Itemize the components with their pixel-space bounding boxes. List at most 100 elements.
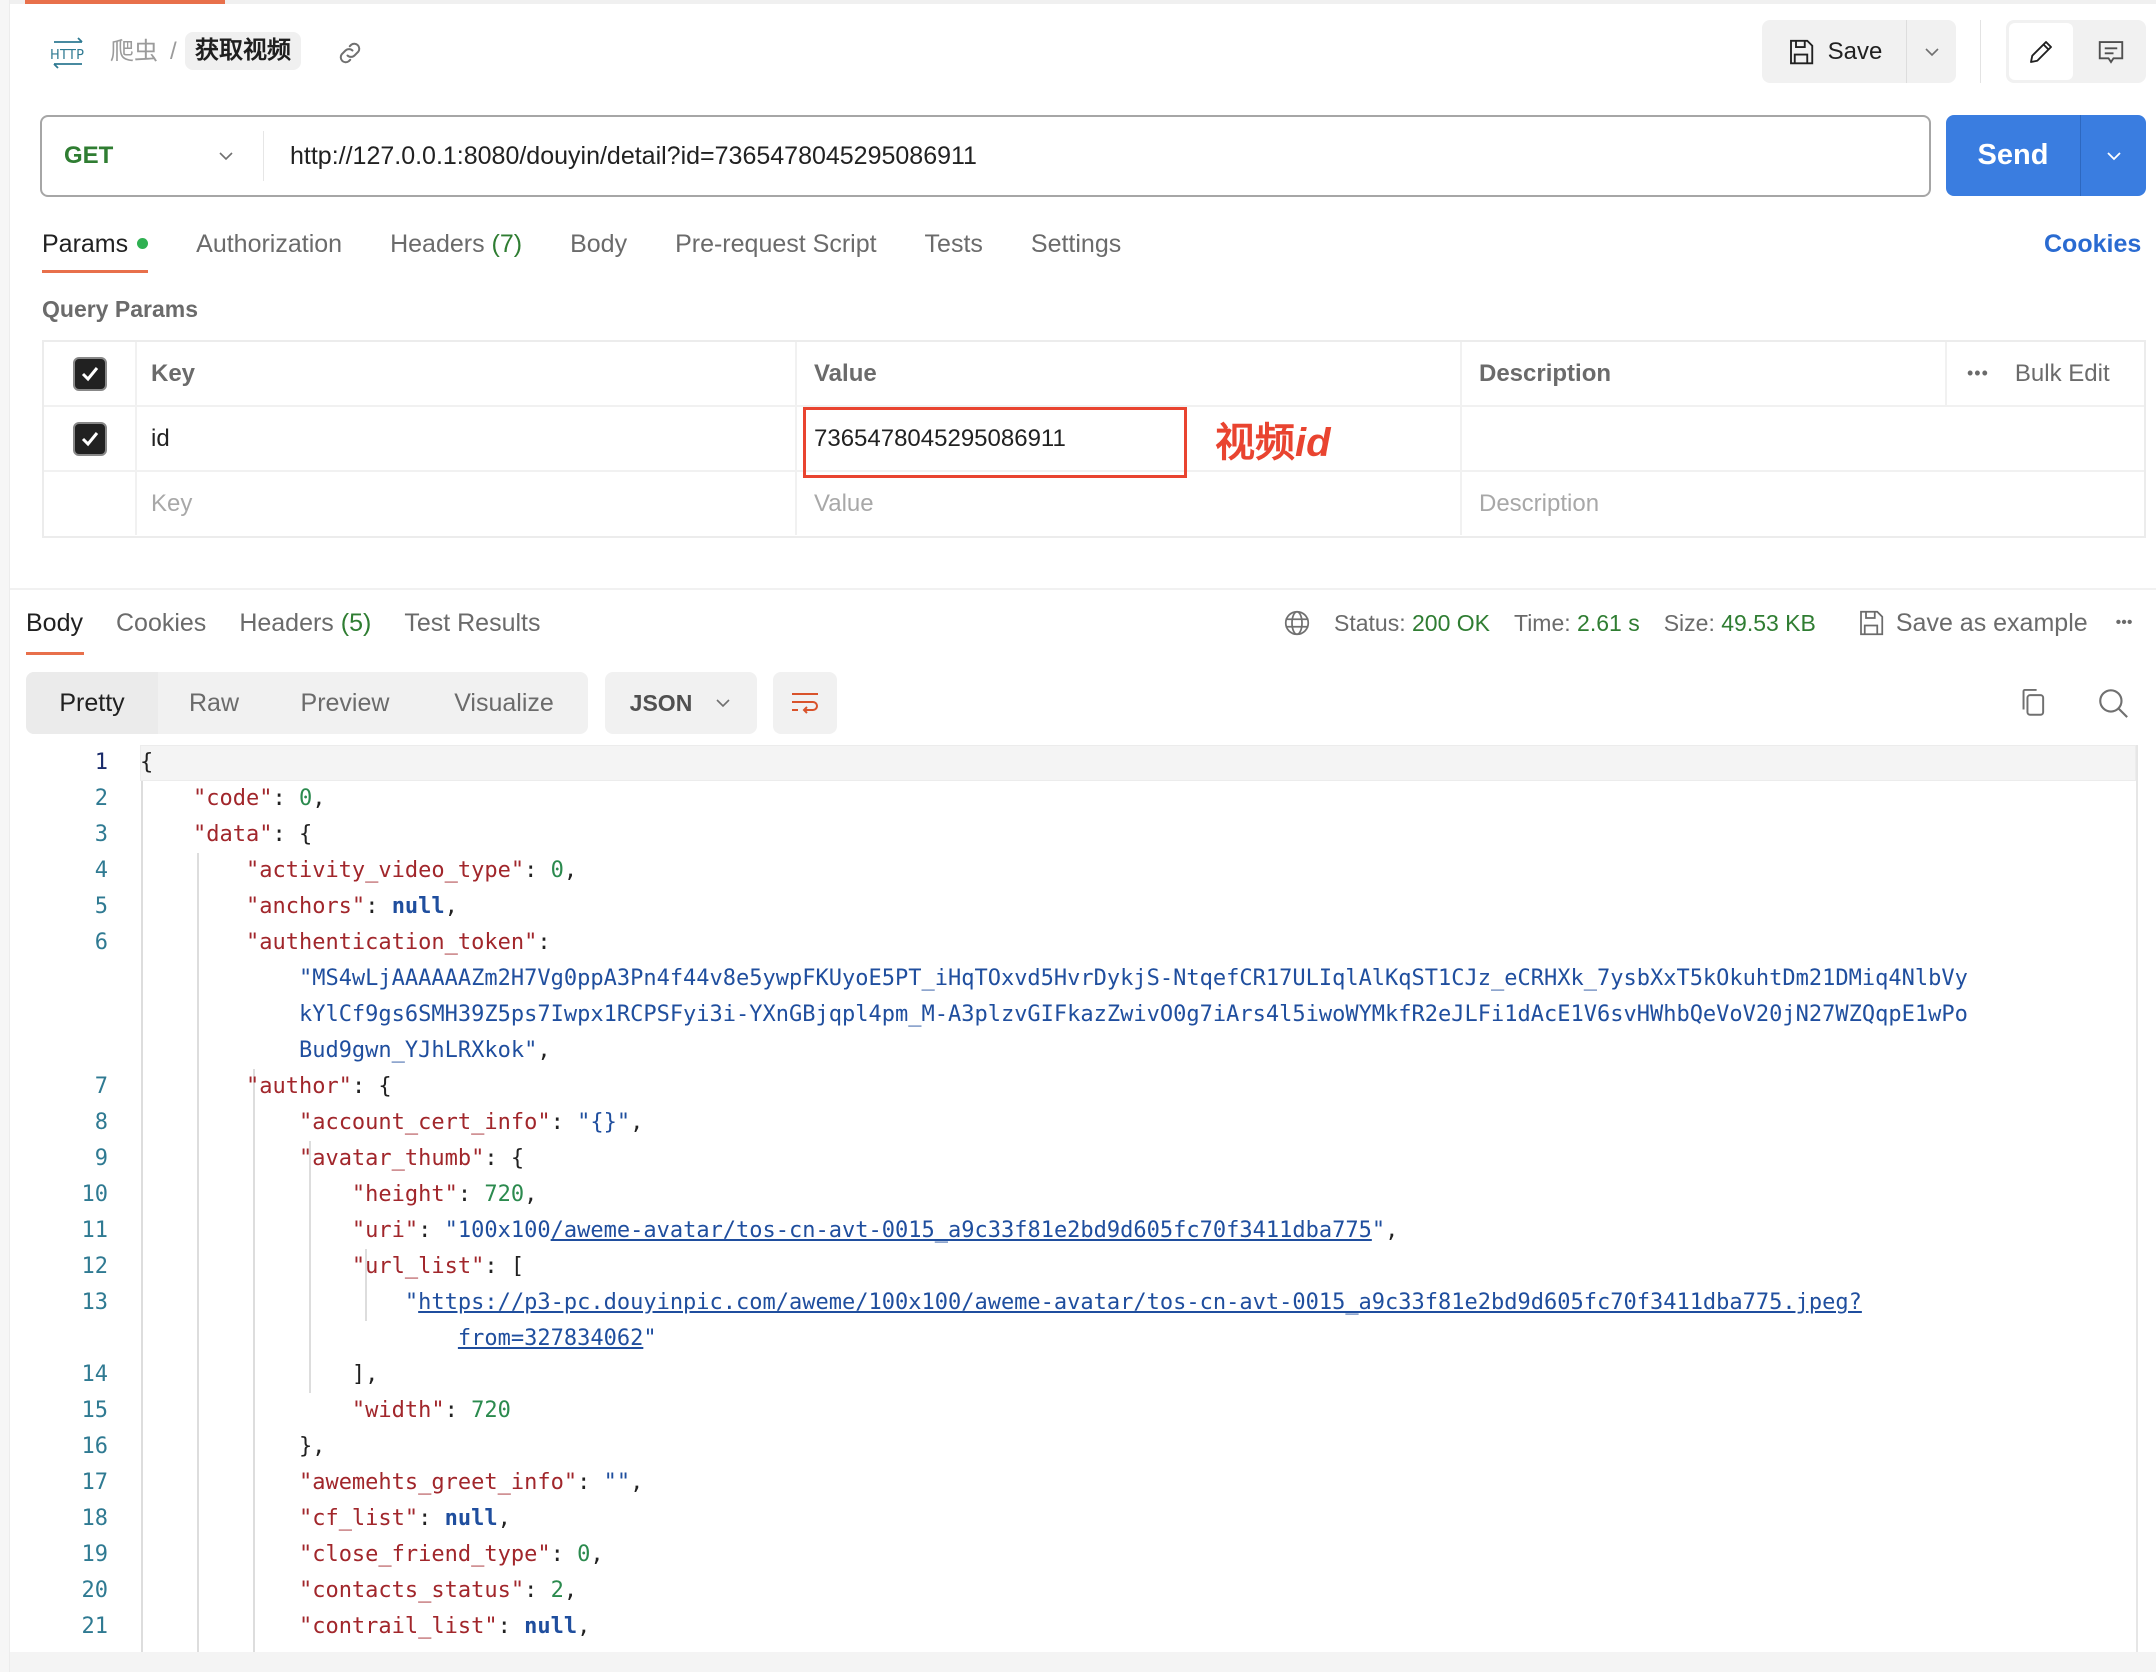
params-active-dot (137, 237, 149, 249)
headers-count: (5) (340, 609, 372, 637)
comments-button[interactable] (2079, 23, 2143, 80)
active-request-tab-indicator[interactable] (25, 0, 225, 4)
copy-icon[interactable] (2018, 686, 2050, 720)
link-icon[interactable] (335, 38, 365, 68)
editor-scrollbar[interactable] (2136, 745, 2138, 1652)
method-select[interactable]: GET (42, 131, 264, 181)
code-line: "MS4wLjAAAAAAZm2H7Vg0ppA3Pn4f44v8e5ywpFK… (10, 961, 2156, 997)
line-number: 6 (94, 930, 108, 955)
line-number: 16 (81, 1434, 109, 1459)
url-input[interactable]: http://127.0.0.1:8080/douyin/detail?id=7… (264, 142, 977, 171)
response-status-bar: Status: 200 OK Time: 2.61 s Size: 49.53 … (1282, 607, 2132, 639)
view-raw[interactable]: Raw (158, 672, 270, 734)
response-tab-cookies[interactable]: Cookies (116, 607, 206, 639)
save-icon (1860, 610, 1883, 636)
http-icon: HTTP (48, 36, 88, 70)
time-value[interactable]: 2.61 s (1577, 607, 1640, 639)
response-tab-test-results[interactable]: Test Results (404, 607, 540, 639)
code-text: "authentication_token": (245, 930, 551, 955)
tab-label: Params (42, 230, 129, 258)
table-row-empty: Key Value Description (44, 472, 2144, 537)
annotation-label-cn: 视频 (1215, 421, 1295, 465)
response-tab-headers[interactable]: Headers (5) (239, 607, 371, 639)
chevron-down-icon (1924, 47, 1939, 56)
bulk-edit-button[interactable]: Bulk Edit (2015, 360, 2110, 388)
line-number: 17 (81, 1470, 109, 1495)
code-line: 3 "data": { (10, 817, 2156, 853)
param-description-input[interactable] (1462, 407, 2144, 470)
code-line: 4 "activity_video_type": 0, (10, 853, 2156, 889)
code-line: 10 "height": 720, (10, 1177, 2156, 1213)
wrap-lines-button[interactable] (773, 672, 837, 734)
chevron-down-icon (716, 699, 730, 708)
line-number: 19 (81, 1542, 109, 1567)
tab-params[interactable]: Params (42, 228, 149, 260)
pencil-icon (2030, 40, 2052, 63)
line-number: 3 (94, 822, 108, 847)
send-options-dropdown[interactable] (2081, 115, 2146, 196)
annotation-label: 视频id (1215, 418, 1331, 468)
status-label: Status: (1334, 610, 1406, 636)
code-text: "uri": "100x100/aweme-avatar/tos-cn-avt-… (351, 1218, 1399, 1243)
line-number: 2 (94, 786, 108, 811)
chevron-down-icon (2106, 151, 2121, 160)
tab-authorization[interactable]: Authorization (196, 228, 342, 260)
response-tabs: Body Cookies Headers (5) Test Results (26, 607, 541, 639)
line-number: 18 (81, 1506, 109, 1531)
view-pretty[interactable]: Pretty (26, 672, 158, 734)
code-text: ], (140, 1362, 379, 1387)
new-description-input[interactable]: Description (1462, 472, 2144, 535)
line-number: 21 (81, 1614, 109, 1639)
tab-tests[interactable]: Tests (925, 228, 983, 260)
active-tab-indicator (42, 270, 148, 273)
tab-pre-request-script[interactable]: Pre-request Script (675, 228, 876, 260)
response-body-editor[interactable]: 1{2 "code": 0, 3 "data": {4 "activity_vid… (10, 745, 2156, 1652)
save-icon (1786, 37, 1816, 67)
tab-headers[interactable]: Headers (7) (390, 228, 522, 260)
request-name[interactable]: 获取视频 (185, 32, 301, 70)
code-text: { (140, 750, 154, 775)
tab-body[interactable]: Body (570, 228, 627, 260)
code-line: 16 }, (10, 1429, 2156, 1465)
status-value[interactable]: 200 OK (1412, 607, 1490, 639)
method-label: GET (64, 142, 114, 169)
code-line: from=327834062" (10, 1321, 2156, 1357)
code-text: "url_list": [ (351, 1254, 525, 1279)
search-icon[interactable] (2096, 686, 2130, 720)
more-options-icon[interactable]: ••• (2116, 607, 2133, 639)
code-line: 13 "https://p3-pc.douyinpic.com/aweme/10… (10, 1285, 2156, 1321)
format-select[interactable]: JSON (605, 672, 757, 734)
param-key-input[interactable]: id (137, 407, 797, 470)
request-tabs: Params Authorization Headers (7) Body Pr… (42, 228, 1121, 260)
save-button-group: Save (1762, 20, 1956, 83)
new-value-input[interactable]: Value (797, 472, 1462, 535)
tab-label: Headers (390, 230, 485, 258)
cookies-link[interactable]: Cookies (2044, 228, 2141, 260)
line-number: 9 (94, 1146, 108, 1171)
pane-divider[interactable] (10, 588, 2156, 590)
param-enabled-checkbox[interactable] (72, 421, 107, 456)
tab-settings[interactable]: Settings (1031, 228, 1121, 260)
save-as-example-button[interactable]: Save as example (1856, 607, 2088, 639)
select-all-checkbox[interactable] (72, 356, 107, 391)
breadcrumb-collection[interactable]: 爬虫 (110, 36, 158, 68)
more-options-icon[interactable]: ••• (1967, 363, 1989, 384)
view-mode-group: Pretty Raw Preview Visualize (26, 672, 588, 734)
response-tab-body[interactable]: Body (26, 607, 83, 639)
edit-mode-button[interactable] (2009, 23, 2073, 80)
save-options-dropdown[interactable] (1907, 20, 1956, 83)
view-visualize[interactable]: Visualize (420, 672, 588, 734)
save-button[interactable]: Save (1762, 20, 1907, 83)
send-button[interactable]: Send (1946, 115, 2081, 196)
view-preview[interactable]: Preview (270, 672, 420, 734)
code-text: "contacts_status": 2, (298, 1578, 578, 1603)
code-line: 14 ], (10, 1357, 2156, 1393)
line-number: 5 (94, 894, 108, 919)
new-key-input[interactable]: Key (137, 472, 797, 535)
globe-icon[interactable] (1282, 608, 1312, 638)
code-line: 12 "url_list": [ (10, 1249, 2156, 1285)
size-value[interactable]: 49.53 KB (1721, 607, 1816, 639)
checkmark-icon (81, 431, 98, 446)
code-line: 11 "uri": "100x100/aweme-avatar/tos-cn-a… (10, 1213, 2156, 1249)
query-params-title: Query Params (42, 296, 198, 322)
